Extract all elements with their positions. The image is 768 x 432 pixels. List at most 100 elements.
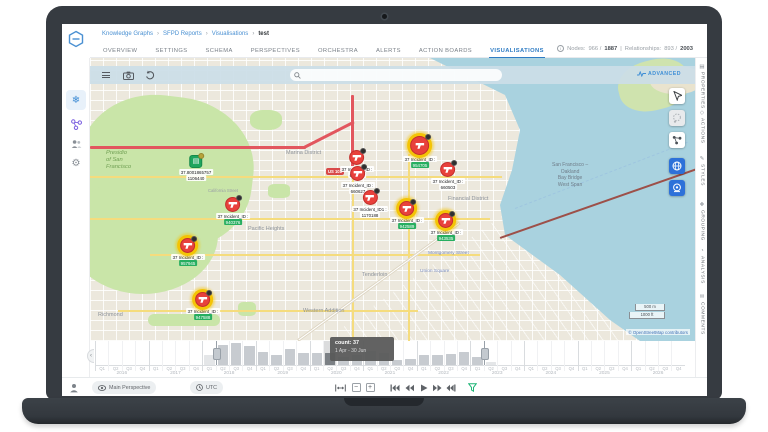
timeline-quarter-2023-q3[interactable]: Q3 bbox=[497, 341, 510, 371]
zoom-out-button[interactable]: − bbox=[350, 382, 362, 393]
timeline-quarter-2019-q1[interactable]: Q1 bbox=[256, 341, 269, 371]
side-tab-comments[interactable]: ✉COMMENTS bbox=[696, 294, 707, 335]
graph-view-button[interactable] bbox=[669, 132, 685, 148]
menu-icon[interactable] bbox=[100, 69, 112, 81]
timeline-quarter-2017-q3[interactable]: Q3 bbox=[175, 341, 188, 371]
timeline-quarter-2017-q2[interactable]: Q2 bbox=[162, 341, 175, 371]
tab-overview[interactable]: OVERVIEW bbox=[102, 45, 138, 57]
timeline-bar[interactable] bbox=[298, 353, 308, 365]
tab-settings[interactable]: SETTINGS bbox=[154, 45, 188, 57]
breadcrumb-item[interactable]: SFPD Reports bbox=[163, 31, 202, 37]
rail-users-icon[interactable] bbox=[66, 134, 86, 154]
step-forward-button[interactable] bbox=[431, 382, 443, 393]
location-pin-button[interactable] bbox=[669, 180, 685, 196]
timeline-quarter-2025-q1[interactable]: Q1 bbox=[578, 341, 591, 371]
pointer-select-button[interactable] bbox=[669, 88, 685, 104]
timeline-bar[interactable] bbox=[231, 343, 241, 365]
timeline-quarter-2016-q4[interactable]: Q4 bbox=[135, 341, 148, 371]
timeline-quarter-2026-q1[interactable]: Q1 bbox=[631, 341, 644, 371]
skip-to-start-button[interactable] bbox=[389, 382, 401, 393]
timeline-quarter-2018-q3[interactable]: Q3 bbox=[229, 341, 242, 371]
timeline-quarter-2026-q2[interactable]: Q2 bbox=[645, 341, 658, 371]
timeline-quarter-2025-q3[interactable]: Q3 bbox=[604, 341, 617, 371]
timeline-quarter-2025-q2[interactable]: Q2 bbox=[591, 341, 604, 371]
timeline-quarter-2021-q4[interactable]: Q4 bbox=[403, 341, 416, 371]
zoom-in-button[interactable]: + bbox=[364, 382, 376, 393]
map-marker-incident[interactable]: 37 Incident_ID :957945 bbox=[171, 238, 205, 266]
timeline-bar[interactable] bbox=[419, 355, 429, 365]
timeline-quarter-2022-q1[interactable]: Q1 bbox=[417, 341, 430, 371]
time-filter-funnel-icon[interactable] bbox=[466, 382, 478, 393]
timeline-quarter-2017-q1[interactable]: Q1 bbox=[149, 341, 162, 371]
step-back-button[interactable] bbox=[404, 382, 416, 393]
camera-screenshot-icon[interactable] bbox=[122, 69, 134, 81]
advanced-search-button[interactable]: ADVANCED bbox=[637, 71, 681, 77]
timeline-quarter-2025-q4[interactable]: Q4 bbox=[618, 341, 631, 371]
map-marker-incident[interactable]: 37 Incident_ID :943535 bbox=[429, 213, 463, 241]
tab-alerts[interactable]: ALERTS bbox=[375, 45, 402, 57]
timeline-range-handle-right[interactable] bbox=[484, 341, 485, 365]
map-mode-globe-button[interactable] bbox=[669, 158, 685, 174]
timeline-collapse-handle[interactable]: ‹ bbox=[87, 349, 94, 363]
side-tab-properties[interactable]: ▤PROPERTIES bbox=[696, 64, 707, 109]
timeline-quarter-2016-q3[interactable]: Q3 bbox=[122, 341, 135, 371]
map-marker-incident[interactable]: 37 Incident_ID1 :1170188 bbox=[352, 190, 388, 218]
map-marker-incident[interactable]: 37 Incident_ID :660503 bbox=[431, 162, 465, 190]
user-icon[interactable] bbox=[69, 383, 79, 393]
side-tab-grouping[interactable]: ❖GROUPING bbox=[696, 202, 707, 241]
timeline[interactable]: ‹ Q1Q2Q3Q4Q1Q2Q3Q4Q1Q2Q3Q4Q1Q2Q3Q4Q1Q2Q3… bbox=[95, 341, 685, 377]
lasso-select-button[interactable] bbox=[669, 110, 685, 126]
timeline-bar[interactable] bbox=[285, 349, 295, 365]
timeline-bar[interactable] bbox=[446, 354, 456, 365]
timeline-quarter-2016-q2[interactable]: Q2 bbox=[108, 341, 121, 371]
search-input[interactable] bbox=[301, 72, 491, 78]
undo-icon[interactable] bbox=[144, 69, 156, 81]
map-marker-incident[interactable]: 37 Incident_ID :940376 bbox=[216, 197, 250, 225]
timeline-range-handle-left[interactable] bbox=[216, 341, 217, 365]
timezone-selector[interactable]: UTC bbox=[190, 381, 223, 394]
timeline-bar[interactable] bbox=[405, 359, 415, 365]
timeline-bar[interactable] bbox=[271, 355, 281, 365]
fit-range-button[interactable] bbox=[334, 382, 346, 393]
timeline-quarter-2019-q3[interactable]: Q3 bbox=[283, 341, 296, 371]
timeline-quarter-2016-q1[interactable]: Q1 bbox=[95, 341, 108, 371]
timeline-quarter-2026-q3[interactable]: Q3 bbox=[658, 341, 671, 371]
tab-orchestra[interactable]: ORCHESTRA bbox=[317, 45, 359, 57]
timeline-quarter-2022-q2[interactable]: Q2 bbox=[430, 341, 443, 371]
tab-visualisations[interactable]: VISUALISATIONS bbox=[489, 45, 545, 58]
timeline-quarter-2019-q4[interactable]: Q4 bbox=[296, 341, 309, 371]
timeline-quarter-2026-q4[interactable]: Q4 bbox=[671, 341, 684, 371]
rail-settings-gear-icon[interactable]: ⚙ bbox=[66, 153, 86, 173]
timeline-quarter-2023-q4[interactable]: Q4 bbox=[511, 341, 524, 371]
timeline-quarter-2020-q1[interactable]: Q1 bbox=[310, 341, 323, 371]
map-attribution[interactable]: © OpenStreetMap contributors bbox=[626, 329, 690, 335]
rail-visualisation-snowflake-icon[interactable]: ❄ bbox=[66, 90, 86, 110]
rail-graph-nodes-icon[interactable] bbox=[66, 114, 86, 134]
timeline-bar[interactable] bbox=[459, 352, 469, 365]
map-marker-incident[interactable]: 37 Incident_ID :947588 bbox=[186, 292, 220, 320]
timeline-bar[interactable] bbox=[258, 352, 268, 365]
timeline-bar[interactable] bbox=[392, 360, 402, 365]
timeline-bar[interactable] bbox=[432, 355, 442, 365]
breadcrumb-item[interactable]: Knowledge Graphs bbox=[102, 31, 153, 37]
timeline-quarter-2024-q1[interactable]: Q1 bbox=[524, 341, 537, 371]
perspective-selector[interactable]: Main Perspective bbox=[92, 381, 156, 394]
timeline-bar[interactable] bbox=[312, 353, 322, 365]
map-marker-place[interactable]: ▤37.80018657571106440 bbox=[179, 155, 213, 181]
side-tab-styles[interactable]: ✎STYLES bbox=[696, 156, 707, 186]
side-tab-analysis[interactable]: ◔ANALYSIS bbox=[696, 248, 707, 284]
timeline-quarter-2024-q2[interactable]: Q2 bbox=[537, 341, 550, 371]
map-canvas[interactable]: Presidio of San FranciscoMarina District… bbox=[90, 58, 695, 341]
timeline-quarter-2018-q4[interactable]: Q4 bbox=[242, 341, 255, 371]
timeline-quarter-2019-q2[interactable]: Q2 bbox=[269, 341, 282, 371]
breadcrumb-item[interactable]: Visualisations bbox=[212, 31, 249, 37]
search-box[interactable] bbox=[290, 69, 502, 81]
timeline-quarter-2017-q4[interactable]: Q4 bbox=[189, 341, 202, 371]
tab-action-boards[interactable]: ACTION BOARDS bbox=[418, 45, 473, 57]
side-tab-actions[interactable]: ◇ACTIONS bbox=[696, 110, 707, 144]
tab-schema[interactable]: SCHEMA bbox=[205, 45, 234, 57]
timeline-quarter-2024-q4[interactable]: Q4 bbox=[564, 341, 577, 371]
timeline-quarter-2022-q4[interactable]: Q4 bbox=[457, 341, 470, 371]
play-button[interactable] bbox=[418, 382, 430, 393]
skip-to-end-button[interactable] bbox=[445, 382, 457, 393]
